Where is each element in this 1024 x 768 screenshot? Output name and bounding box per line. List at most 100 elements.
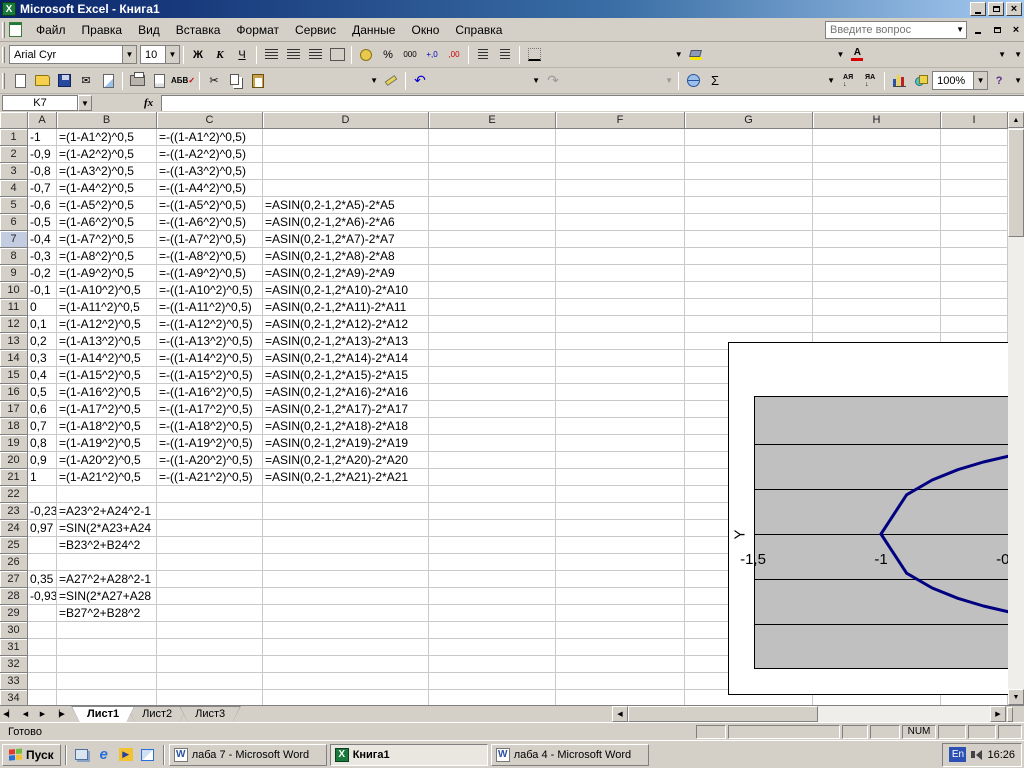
chevron-down-icon[interactable]: ▼ (827, 76, 837, 85)
cell[interactable] (429, 384, 556, 401)
cell[interactable] (157, 605, 263, 622)
chevron-down-icon[interactable]: ▼ (122, 46, 136, 63)
currency-button[interactable] (356, 45, 376, 65)
cell[interactable]: =-((1-A16^2)^0,5) (157, 384, 263, 401)
cell[interactable]: =(1-A5^2)^0,5 (57, 197, 157, 214)
cell[interactable] (157, 486, 263, 503)
cell[interactable] (556, 333, 685, 350)
cell[interactable]: =(1-A16^2)^0,5 (57, 384, 157, 401)
cell[interactable] (429, 282, 556, 299)
cell[interactable] (556, 622, 685, 639)
cell[interactable] (429, 197, 556, 214)
cell[interactable] (556, 299, 685, 316)
cell[interactable] (556, 486, 685, 503)
cell[interactable] (429, 452, 556, 469)
cell[interactable]: =-((1-A3^2)^0,5) (157, 163, 263, 180)
cell[interactable] (685, 180, 813, 197)
cell[interactable]: =ASIN(0,2-1,2*A16)-2*A16 (263, 384, 429, 401)
cell[interactable] (813, 146, 941, 163)
cell[interactable]: =ASIN(0,2-1,2*A9)-2*A9 (263, 265, 429, 282)
cell[interactable] (429, 163, 556, 180)
cell[interactable]: =(1-A2^2)^0,5 (57, 146, 157, 163)
cell[interactable] (556, 214, 685, 231)
cell[interactable] (57, 639, 157, 656)
cell[interactable] (813, 197, 941, 214)
cell[interactable]: =-((1-A8^2)^0,5) (157, 248, 263, 265)
cell[interactable]: -0,6 (28, 197, 57, 214)
cell[interactable]: 0,35 (28, 571, 57, 588)
column-header-G[interactable]: G (685, 112, 813, 129)
toolbar-options-icon[interactable]: ▼ (1014, 50, 1024, 59)
row-header-17[interactable]: 17 (0, 401, 28, 418)
chart-wizard-button[interactable] (889, 71, 909, 91)
cell[interactable]: =A23^2+A24^2-1 (57, 503, 157, 520)
cell[interactable] (941, 248, 1008, 265)
cell[interactable] (813, 214, 941, 231)
row-header-24[interactable]: 24 (0, 520, 28, 537)
cell[interactable] (57, 554, 157, 571)
cell[interactable] (685, 146, 813, 163)
autosum-button[interactable]: Σ (705, 71, 725, 91)
cell[interactable]: =(1-A3^2)^0,5 (57, 163, 157, 180)
cell[interactable]: =(1-A7^2)^0,5 (57, 231, 157, 248)
row-header-26[interactable]: 26 (0, 554, 28, 571)
menu-file[interactable]: Файл (28, 21, 74, 39)
cell[interactable] (263, 129, 429, 146)
workbook-restore-button[interactable] (989, 22, 1005, 38)
volume-icon[interactable] (971, 749, 983, 760)
cell[interactable] (28, 622, 57, 639)
show-desktop-button[interactable] (71, 744, 93, 766)
cell[interactable] (157, 520, 263, 537)
cell[interactable] (157, 622, 263, 639)
cell[interactable] (556, 588, 685, 605)
cell[interactable]: =ASIN(0,2-1,2*A17)-2*A17 (263, 401, 429, 418)
cell[interactable] (556, 163, 685, 180)
cell[interactable] (941, 180, 1008, 197)
cell[interactable] (685, 214, 813, 231)
cell[interactable]: 0,9 (28, 452, 57, 469)
cell[interactable] (429, 503, 556, 520)
cell[interactable]: 0,2 (28, 333, 57, 350)
cell[interactable] (157, 690, 263, 705)
cell[interactable]: =ASIN(0,2-1,2*A15)-2*A15 (263, 367, 429, 384)
cell[interactable]: -0,93 (28, 588, 57, 605)
cell[interactable] (941, 265, 1008, 282)
cell[interactable] (429, 333, 556, 350)
cell[interactable] (556, 265, 685, 282)
cell[interactable]: =-((1-A9^2)^0,5) (157, 265, 263, 282)
cell[interactable]: =-((1-A13^2)^0,5) (157, 333, 263, 350)
column-header-F[interactable]: F (556, 112, 685, 129)
scroll-left-button[interactable]: ◀ (612, 706, 628, 722)
cell[interactable] (813, 163, 941, 180)
column-header-H[interactable]: H (813, 112, 941, 129)
cell[interactable] (429, 367, 556, 384)
menu-help[interactable]: Справка (447, 21, 510, 39)
row-header-12[interactable]: 12 (0, 316, 28, 333)
redo-button[interactable]: ↷ (543, 71, 563, 91)
cell[interactable]: =(1-A18^2)^0,5 (57, 418, 157, 435)
cell[interactable] (263, 486, 429, 503)
row-header-9[interactable]: 9 (0, 265, 28, 282)
cell[interactable] (685, 197, 813, 214)
cell[interactable] (429, 316, 556, 333)
row-header-32[interactable]: 32 (0, 656, 28, 673)
cell[interactable] (429, 231, 556, 248)
vertical-scroll-thumb[interactable] (1008, 129, 1024, 237)
row-header-28[interactable]: 28 (0, 588, 28, 605)
font-size-combo[interactable]: 10 ▼ (140, 45, 180, 64)
chevron-down-icon[interactable]: ▼ (532, 76, 542, 85)
sort-descending-button[interactable]: ЯА ↓ (860, 71, 880, 91)
cell[interactable]: 0,4 (28, 367, 57, 384)
cell[interactable]: 0,6 (28, 401, 57, 418)
cell[interactable] (429, 299, 556, 316)
cell[interactable] (941, 316, 1008, 333)
cell[interactable] (556, 520, 685, 537)
row-header-30[interactable]: 30 (0, 622, 28, 639)
cell[interactable] (263, 673, 429, 690)
cell[interactable] (157, 537, 263, 554)
cell[interactable] (941, 163, 1008, 180)
thousands-button[interactable]: 000 (400, 45, 420, 65)
cell[interactable] (157, 656, 263, 673)
cell[interactable]: 0,97 (28, 520, 57, 537)
cell[interactable] (556, 656, 685, 673)
